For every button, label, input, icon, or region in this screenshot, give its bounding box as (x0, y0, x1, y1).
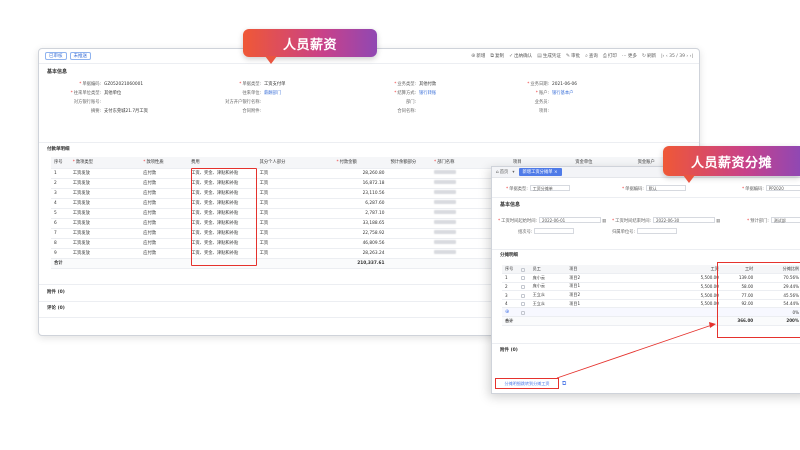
annotation-arrow (556, 322, 716, 379)
allocation-callout-text: 人员薪资分摊 (690, 155, 772, 171)
allocation-callout: 人员薪资分摊 (663, 146, 800, 183)
